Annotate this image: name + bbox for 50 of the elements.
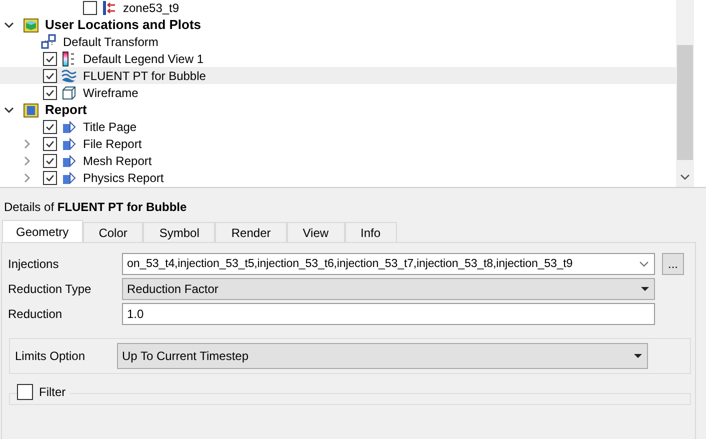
input-field[interactable]: 1.0 [122, 302, 655, 324]
report-page-icon [61, 152, 77, 168]
injections-combo[interactable]: on_53_t4,injection_53_t5,injection_53_t6,injection_53_t7,injection_53_t8,injection_53_t9 [122, 252, 655, 274]
tab[interactable]: Color [82, 222, 144, 242]
field-label: Limits Option [15, 349, 86, 363]
tree-group-label[interactable]: Report [45, 102, 87, 117]
scrollbar-thumb[interactable] [677, 45, 693, 160]
checkbox[interactable] [43, 136, 57, 150]
dropdown[interactable]: Reduction Factor [122, 278, 655, 300]
tree-item-label[interactable]: Default Transform [63, 34, 158, 48]
tree-item-label[interactable]: FLUENT PT for Bubble [83, 68, 206, 82]
tree-item-label[interactable]: Wireframe [83, 86, 138, 100]
tree-item-label[interactable]: Mesh Report [83, 154, 152, 168]
report-page-icon [61, 118, 77, 134]
tree-item-label[interactable]: zone53_t9 [123, 0, 180, 14]
tab[interactable]: Info [344, 222, 397, 242]
checkbox[interactable] [83, 0, 97, 14]
dropdown[interactable]: Up To Current Timestep [117, 343, 648, 369]
checkbox[interactable] [43, 52, 57, 66]
report-page-icon [61, 136, 77, 152]
folder-icon [23, 102, 39, 118]
checkbox[interactable] [17, 384, 33, 400]
checkbox[interactable] [43, 154, 57, 168]
tab[interactable]: Geometry [2, 220, 83, 242]
tree-item-label[interactable]: Title Page [83, 120, 137, 134]
scrollbar[interactable] [676, 0, 694, 187]
tree-group-label[interactable]: User Locations and Plots [45, 17, 202, 32]
folder-icon [23, 16, 39, 32]
tracks-icon [61, 68, 77, 84]
checkbox[interactable] [43, 86, 57, 100]
details-title: Details of FLUENT PT for Bubble [3, 200, 188, 216]
tree-item-label[interactable]: Default Legend View 1 [83, 52, 204, 66]
dropdown-arrow-icon [633, 351, 643, 361]
tab[interactable]: Render [215, 222, 287, 242]
checkbox[interactable] [43, 68, 57, 82]
checkbox[interactable] [43, 170, 57, 184]
field-label: Reduction Type [8, 282, 92, 296]
legend-icon [61, 50, 77, 66]
transform-icon [41, 34, 57, 50]
report-page-icon [61, 170, 77, 186]
tree-item-label[interactable]: Physics Report [83, 170, 164, 184]
zone-icon [101, 0, 117, 16]
field-label: Reduction [8, 306, 64, 320]
field-label: Injections [8, 256, 60, 270]
browse-button[interactable]: ... [662, 252, 684, 274]
tab[interactable]: Symbol [143, 222, 216, 242]
tab[interactable]: View [286, 222, 345, 242]
tree-item-label[interactable]: File Report [83, 136, 142, 150]
checkbox[interactable] [43, 120, 57, 134]
cube-icon [61, 84, 77, 100]
